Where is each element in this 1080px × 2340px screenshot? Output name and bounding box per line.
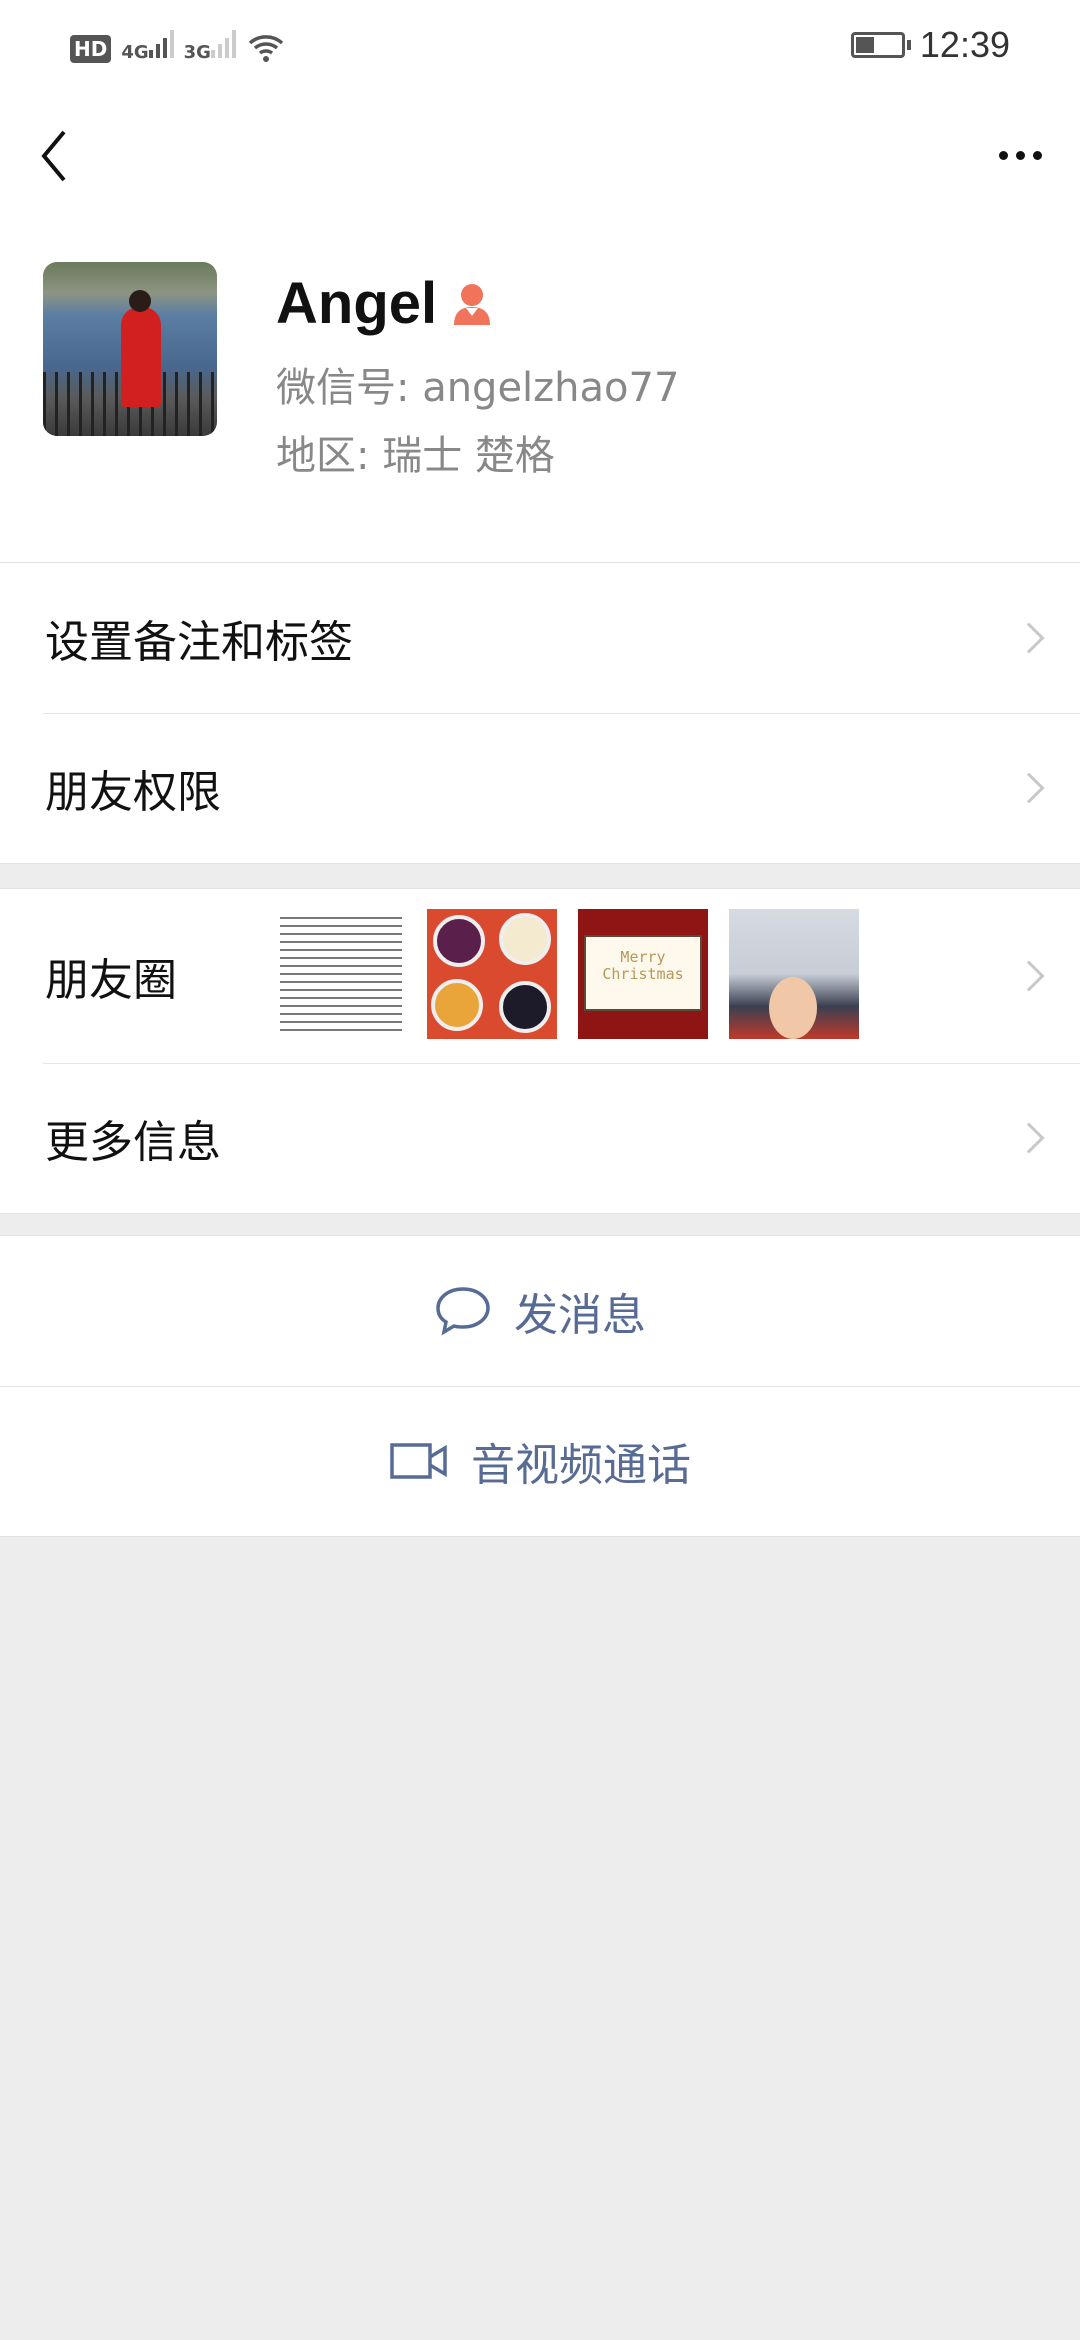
moments-row[interactable]: 朋友圈 Merry Christmas xyxy=(0,889,1080,1063)
female-icon xyxy=(454,283,491,325)
hd-icon: HD xyxy=(70,35,112,63)
profile-name: Angel xyxy=(276,270,493,337)
actions-group: 发消息 音视频通话 xyxy=(0,1235,1080,1537)
chevron-right-icon xyxy=(1013,622,1045,654)
settings-group: 设置备注和标签 朋友权限 xyxy=(0,562,1080,864)
send-message-button[interactable]: 发消息 xyxy=(0,1236,1080,1386)
chevron-right-icon xyxy=(1013,772,1045,804)
chat-bubble-icon xyxy=(436,1287,490,1336)
signal-3g-icon: 3G xyxy=(184,28,236,63)
remark-tags-row[interactable]: 设置备注和标签 xyxy=(0,563,1080,713)
wifi-icon xyxy=(248,35,284,62)
moment-thumbnail: Merry Christmas xyxy=(578,909,708,1039)
profile-header: HD 4G 3G 12:39 Angel 微信号: angelzhao77 地区… xyxy=(0,0,1080,562)
wechat-id: 微信号: angelzhao77 xyxy=(276,365,680,411)
video-call-icon xyxy=(390,1443,447,1479)
moment-thumbnail xyxy=(276,909,406,1039)
moment-thumbnail xyxy=(729,909,859,1039)
signal-4g-icon: 4G xyxy=(121,28,174,63)
info-group: 朋友圈 Merry Christmas 更多信息 xyxy=(0,888,1080,1214)
video-call-button[interactable]: 音视频通话 xyxy=(0,1386,1080,1536)
friend-permissions-row[interactable]: 朋友权限 xyxy=(0,713,1080,863)
more-dots-icon[interactable] xyxy=(990,140,1050,170)
avatar[interactable] xyxy=(43,262,217,436)
chevron-right-icon xyxy=(1013,960,1045,992)
more-info-row[interactable]: 更多信息 xyxy=(0,1063,1080,1213)
region: 地区: 瑞士 楚格 xyxy=(276,433,555,479)
clock: 12:39 xyxy=(919,24,1010,65)
moment-thumbnail xyxy=(427,909,557,1039)
chevron-left-icon[interactable] xyxy=(38,128,88,184)
battery-icon xyxy=(851,32,911,58)
chevron-right-icon xyxy=(1013,1122,1045,1154)
status-bar: HD 4G 3G 12:39 xyxy=(0,0,1080,90)
